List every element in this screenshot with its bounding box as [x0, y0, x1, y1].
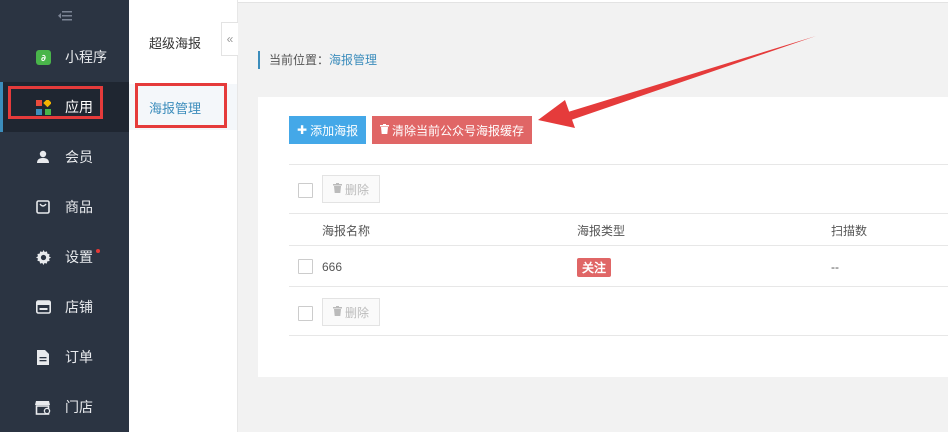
bag-icon: [35, 199, 51, 215]
store-icon: [35, 299, 51, 315]
divider: [289, 213, 948, 214]
poster-name-cell: 666: [322, 260, 343, 274]
collapse-menu-icon[interactable]: [0, 0, 129, 32]
breadcrumb-prefix: 当前位置：: [269, 53, 330, 67]
notification-dot: [96, 249, 100, 253]
user-icon: [35, 149, 51, 165]
shop-icon: [35, 399, 51, 415]
sidebar-item-label: 店铺: [65, 299, 93, 315]
main-sidebar: ∂ 小程序 应用 会员 商品 设置 店铺 订单 门店: [0, 0, 129, 432]
gear-icon: [35, 249, 51, 265]
sidebar-item-label: 小程序: [65, 49, 107, 65]
sidebar-item-label: 商品: [65, 199, 93, 215]
poster-type-badge: 关注: [577, 258, 612, 277]
delete-button-top[interactable]: 删除: [322, 175, 380, 203]
column-header-type: 海报类型: [577, 224, 626, 238]
svg-text:∂: ∂: [41, 54, 46, 64]
add-poster-label: 添加海报: [310, 123, 359, 138]
sidebar-item-members[interactable]: 会员: [0, 132, 129, 182]
sidebar-item-apps[interactable]: 应用: [0, 82, 129, 132]
apps-icon: [35, 99, 51, 115]
trash-icon: [332, 305, 342, 319]
add-poster-button[interactable]: ✚ 添加海报: [289, 116, 367, 144]
sidebar-item-label: 门店: [65, 399, 93, 415]
breadcrumb: 当前位置：海报管理: [258, 51, 377, 69]
sidebar-item-store[interactable]: 店铺: [0, 282, 129, 332]
divider: [289, 245, 948, 246]
sidebar-item-label: 订单: [65, 349, 93, 365]
sidebar-item-label: 会员: [65, 149, 93, 165]
column-header-name: 海报名称: [322, 224, 371, 238]
clear-poster-cache-button[interactable]: 清除当前公众号海报缓存: [372, 116, 533, 144]
top-bar: [238, 0, 948, 3]
plus-icon: ✚: [297, 123, 308, 137]
sidebar-item-orders[interactable]: 订单: [0, 332, 129, 382]
sidebar-item-miniprogram[interactable]: ∂ 小程序: [0, 32, 129, 82]
main-panel: ✚ 添加海报 清除当前公众号海报缓存 删除 海报名称 海报类型 扫描数 666 …: [258, 97, 948, 377]
trash-icon: [332, 182, 342, 196]
breadcrumb-current[interactable]: 海报管理: [329, 53, 377, 67]
clear-cache-label: 清除当前公众号海报缓存: [392, 123, 525, 138]
document-icon: [35, 349, 51, 365]
miniprogram-icon: ∂: [35, 49, 51, 65]
divider: [289, 164, 948, 165]
subside-item-poster-management[interactable]: 海报管理: [129, 84, 237, 130]
scan-count-cell: --: [831, 260, 839, 274]
sidebar-item-products[interactable]: 商品: [0, 182, 129, 232]
trash-icon: [380, 123, 389, 137]
delete-label: 删除: [344, 305, 369, 320]
select-all-checkbox-top[interactable]: [298, 183, 313, 198]
divider: [289, 335, 948, 336]
secondary-sidebar: 超级海报 海报管理: [129, 0, 238, 432]
select-all-checkbox-bottom[interactable]: [298, 306, 313, 321]
delete-button-bottom[interactable]: 删除: [322, 298, 380, 326]
delete-label: 删除: [344, 182, 369, 197]
sidebar-item-settings[interactable]: 设置: [0, 232, 129, 282]
row-checkbox[interactable]: [298, 259, 313, 274]
collapse-subside-button[interactable]: «: [221, 22, 238, 56]
column-header-scans: 扫描数: [831, 224, 868, 238]
sidebar-item-label: 应用: [65, 99, 93, 115]
divider: [289, 286, 948, 287]
sidebar-item-label: 设置: [65, 249, 93, 265]
sidebar-item-shops[interactable]: 门店: [0, 382, 129, 432]
